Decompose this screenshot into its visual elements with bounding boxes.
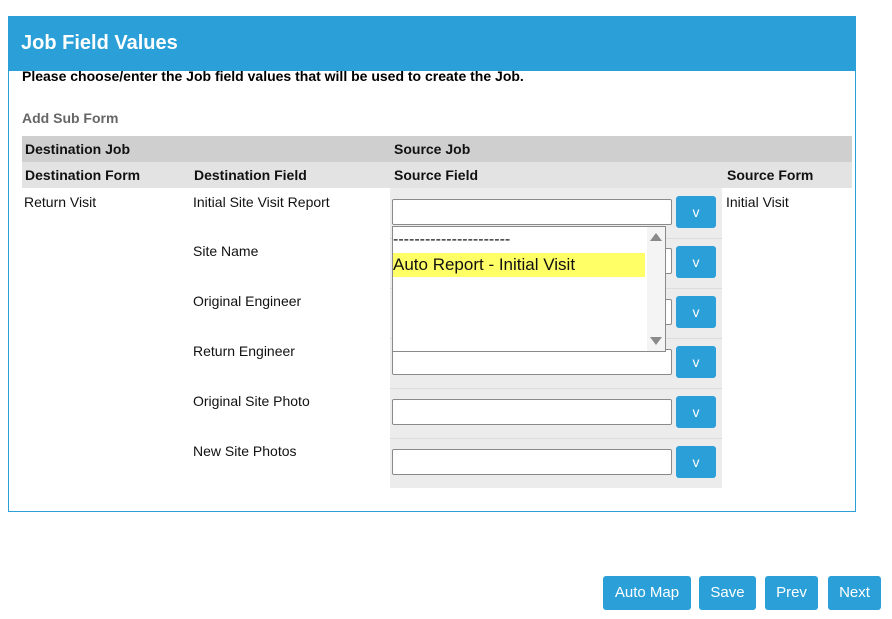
destination-field-label: Original Site Photo	[193, 393, 310, 409]
panel-header: Job Field Values	[9, 17, 855, 71]
destination-field-label: Return Engineer	[193, 343, 295, 359]
source-form-value: Initial Visit	[726, 194, 789, 210]
destination-form-header: Destination Form	[25, 167, 141, 183]
destination-form-value: Return Visit	[24, 194, 97, 210]
destination-field-label: Initial Site Visit Report	[193, 194, 330, 210]
source-field-dropdown-button[interactable]: v	[676, 396, 716, 428]
row-divider	[390, 438, 722, 439]
instructions-text: Please choose/enter the Job field values…	[22, 68, 524, 84]
source-field-input[interactable]	[392, 449, 672, 475]
group-header-row: Destination Job Source Job	[22, 136, 852, 162]
source-field-input[interactable]	[392, 199, 672, 225]
destination-field-header: Destination Field	[194, 167, 307, 183]
destination-field-label: Original Engineer	[193, 293, 302, 309]
prev-button[interactable]: Prev	[765, 576, 818, 610]
destination-field-label: Site Name	[193, 243, 259, 259]
panel-title: Job Field Values	[21, 32, 178, 54]
scroll-up-icon[interactable]	[650, 233, 662, 241]
auto-map-button[interactable]: Auto Map	[603, 576, 691, 610]
scroll-down-icon[interactable]	[650, 337, 662, 345]
source-field-input[interactable]	[392, 349, 672, 375]
dropdown-scrollbar[interactable]	[647, 227, 665, 351]
source-field-dropdown-button[interactable]: v	[676, 346, 716, 378]
row-divider	[390, 388, 722, 389]
source-field-dropdown-button[interactable]: v	[676, 296, 716, 328]
add-sub-form-label: Add Sub Form	[22, 110, 119, 126]
source-field-input[interactable]	[392, 399, 672, 425]
dropdown-option-auto-report[interactable]: Auto Report - Initial Visit	[393, 253, 645, 277]
next-button[interactable]: Next	[828, 576, 881, 610]
column-header-row: Destination Form Destination Field Sourc…	[22, 162, 852, 188]
source-field-dropdown-button[interactable]: v	[676, 196, 716, 228]
save-button[interactable]: Save	[699, 576, 756, 610]
destination-field-label: New Site Photos	[193, 443, 297, 459]
source-job-header: Source Job	[394, 141, 471, 157]
source-field-header: Source Field	[394, 167, 479, 183]
destination-job-header: Destination Job	[25, 141, 131, 157]
source-form-header: Source Form	[727, 167, 814, 183]
source-field-dropdown-button[interactable]: v	[676, 446, 716, 478]
source-field-dropdown-list[interactable]: ---------------------- Auto Report - Ini…	[392, 226, 666, 352]
source-field-dropdown-button[interactable]: v	[676, 246, 716, 278]
dropdown-option-separator[interactable]: ----------------------	[393, 231, 510, 249]
